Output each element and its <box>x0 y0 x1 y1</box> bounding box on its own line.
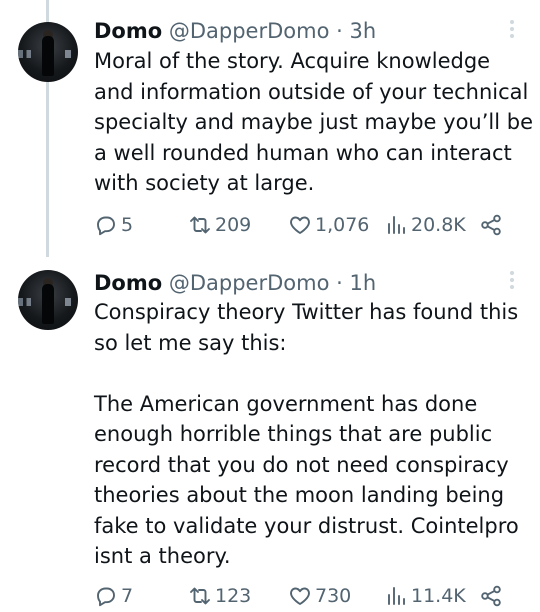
share-icon <box>481 214 501 236</box>
heart-icon <box>290 216 310 234</box>
share-icon <box>481 585 501 607</box>
user-handle[interactable]: @DapperDomo <box>169 19 330 43</box>
like-button[interactable]: 730 <box>288 582 351 610</box>
tweet[interactable]: Domo @DapperDomo · 3h Moral of the story… <box>0 0 540 257</box>
reply-button[interactable]: 5 <box>94 211 133 239</box>
like-count: 730 <box>315 585 352 607</box>
heart-icon <box>290 587 310 605</box>
like-count: 1,076 <box>315 214 370 236</box>
more-vertical-icon[interactable] <box>508 20 516 42</box>
display-name[interactable]: Domo <box>94 19 162 43</box>
retweet-count: 209 <box>215 214 252 236</box>
retweet-count: 123 <box>215 585 252 607</box>
display-name[interactable]: Domo <box>94 271 162 295</box>
tweet-header: Domo @DapperDomo · 1h <box>94 270 376 296</box>
retweet-button[interactable]: 123 <box>188 582 251 610</box>
views-count: 11.4K <box>411 585 466 607</box>
separator-dot: · <box>336 19 343 43</box>
timestamp[interactable]: 1h <box>350 271 377 295</box>
retweet-button[interactable]: 209 <box>188 211 251 239</box>
tweet[interactable]: Domo @DapperDomo · 1h Conspiracy theory … <box>0 257 540 612</box>
views-icon <box>388 587 405 605</box>
reply-count: 7 <box>121 585 134 607</box>
avatar[interactable] <box>18 22 78 82</box>
share-button[interactable] <box>479 211 506 239</box>
views-icon <box>388 216 405 234</box>
views-count: 20.8K <box>411 214 466 236</box>
retweet-icon <box>190 587 210 605</box>
tweet-actions: 7 123 730 11.4K <box>94 582 512 610</box>
reply-button[interactable]: 7 <box>94 582 133 610</box>
reply-icon <box>97 216 115 236</box>
views-button[interactable]: 20.8K <box>384 211 466 239</box>
avatar-figure <box>42 36 54 76</box>
separator-dot: · <box>336 271 343 295</box>
views-button[interactable]: 11.4K <box>384 582 466 610</box>
tweet-actions: 5 209 1,076 20.8K <box>94 211 512 239</box>
tweet-text: Moral of the story. Acquire knowledge an… <box>94 49 534 195</box>
tweet-text: Conspiracy theory Twitter has found this… <box>94 300 519 568</box>
reply-icon <box>97 587 115 607</box>
retweet-icon <box>190 216 210 234</box>
tweet-header: Domo @DapperDomo · 3h <box>94 18 376 44</box>
user-handle[interactable]: @DapperDomo <box>169 271 330 295</box>
avatar-figure <box>42 284 54 324</box>
share-button[interactable] <box>479 582 506 610</box>
like-button[interactable]: 1,076 <box>288 211 369 239</box>
avatar[interactable] <box>18 270 78 330</box>
reply-count: 5 <box>121 214 134 236</box>
timestamp[interactable]: 3h <box>350 19 377 43</box>
more-vertical-icon[interactable] <box>508 271 516 293</box>
